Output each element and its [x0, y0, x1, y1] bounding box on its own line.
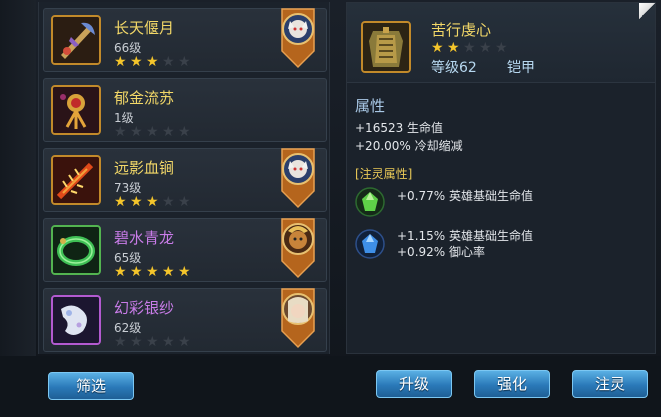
jade-bracelet-icon: [51, 225, 101, 275]
star-icon: ★: [146, 334, 159, 350]
star-rating: ★ ★ ★ ★ ★: [114, 265, 192, 279]
silk-icon: [51, 295, 101, 345]
upgrade-button[interactable]: 升级: [376, 370, 452, 398]
star-icon: ★: [130, 264, 143, 280]
attr-line: +20.00% 冷却缩减: [355, 139, 463, 153]
equipment-item[interactable]: 长天偃月 66级 ★ ★ ★ ★ ★: [43, 8, 327, 72]
star-icon: ★: [178, 334, 191, 350]
star-icon: ★: [463, 40, 476, 56]
star-icon: ★: [162, 54, 175, 70]
star-icon: ★: [114, 54, 127, 70]
spirit-title: [注灵属性]: [355, 167, 413, 181]
corner-tab: [639, 3, 655, 19]
tassel-icon: [51, 85, 101, 135]
star-icon: ★: [162, 334, 175, 350]
armor-icon: [361, 21, 411, 73]
mace-icon: [51, 155, 101, 205]
gem-attr-line: +0.77% 英雄基础生命值: [397, 189, 533, 203]
detail-name: 苦行虔心: [431, 21, 492, 39]
enhance-button[interactable]: 强化: [474, 370, 550, 398]
equipment-list[interactable]: 长天偃月 66级 ★ ★ ★ ★ ★ 郁金流苏 1级 ★ ★ ★ ★ ★ 远影血…: [38, 2, 330, 354]
star-icon: ★: [114, 334, 127, 350]
game-screen: 长天偃月 66级 ★ ★ ★ ★ ★ 郁金流苏 1级 ★ ★ ★ ★ ★ 远影血…: [0, 0, 661, 417]
equipment-item[interactable]: 郁金流苏 1级 ★ ★ ★ ★ ★: [43, 78, 327, 142]
star-icon: ★: [114, 194, 127, 210]
attr-line: +16523 生命值: [355, 121, 444, 135]
star-icon: ★: [146, 264, 159, 280]
blue-gem-icon: [355, 229, 385, 259]
left-edge: [0, 0, 36, 417]
star-icon: ★: [114, 264, 127, 280]
detail-type: 铠甲: [507, 60, 535, 76]
hero-avatar-icon: [281, 288, 315, 349]
star-icon: ★: [447, 40, 460, 56]
star-icon: ★: [495, 40, 508, 56]
star-rating: ★ ★ ★ ★ ★: [114, 125, 192, 139]
hero-avatar-icon: [281, 218, 315, 279]
equipment-item[interactable]: 远影血锏 73级 ★ ★ ★ ★ ★: [43, 148, 327, 212]
item-name: 长天偃月: [114, 19, 175, 37]
star-icon: ★: [431, 40, 444, 56]
attr-title: 属性: [355, 97, 386, 115]
star-icon: ★: [479, 40, 492, 56]
hero-avatar-icon: [281, 8, 315, 69]
star-rating: ★ ★ ★ ★ ★: [114, 195, 192, 209]
star-icon: ★: [162, 124, 175, 140]
star-icon: ★: [114, 124, 127, 140]
green-gem-icon: [355, 187, 385, 217]
star-icon: ★: [130, 124, 143, 140]
spirit-button[interactable]: 注灵: [572, 370, 648, 398]
star-icon: ★: [146, 194, 159, 210]
item-name: 远影血锏: [114, 159, 175, 177]
equipment-detail: 苦行虔心 ★ ★ ★ ★ ★ 等级62 铠甲 属性 +16523 生命值 +20…: [346, 2, 656, 354]
gem-attr-line: +0.92% 御心率: [397, 245, 485, 259]
gem-attr-line: +1.15% 英雄基础生命值: [397, 229, 533, 243]
star-icon: ★: [178, 54, 191, 70]
star-icon: ★: [178, 264, 191, 280]
item-name: 郁金流苏: [114, 89, 175, 107]
star-icon: ★: [130, 54, 143, 70]
filter-button[interactable]: 筛选: [48, 372, 134, 400]
star-icon: ★: [130, 334, 143, 350]
star-icon: ★: [146, 124, 159, 140]
star-icon: ★: [146, 54, 159, 70]
detail-level: 等级62: [431, 60, 477, 76]
star-icon: ★: [178, 124, 191, 140]
hero-avatar-icon: [281, 148, 315, 209]
equipment-item[interactable]: 碧水青龙 65级 ★ ★ ★ ★ ★: [43, 218, 327, 282]
detail-header: 苦行虔心 ★ ★ ★ ★ ★ 等级62 铠甲: [347, 3, 655, 83]
star-rating: ★ ★ ★ ★ ★: [114, 335, 192, 349]
item-name: 碧水青龙: [114, 229, 175, 247]
star-icon: ★: [178, 194, 191, 210]
weapon-icon: [51, 15, 101, 65]
star-icon: ★: [162, 194, 175, 210]
star-rating: ★ ★ ★ ★ ★: [431, 41, 509, 55]
star-icon: ★: [130, 194, 143, 210]
equipment-item[interactable]: 幻彩银纱 62级 ★ ★ ★ ★ ★: [43, 288, 327, 352]
star-icon: ★: [162, 264, 175, 280]
item-name: 幻彩银纱: [114, 299, 175, 317]
star-rating: ★ ★ ★ ★ ★: [114, 55, 192, 69]
